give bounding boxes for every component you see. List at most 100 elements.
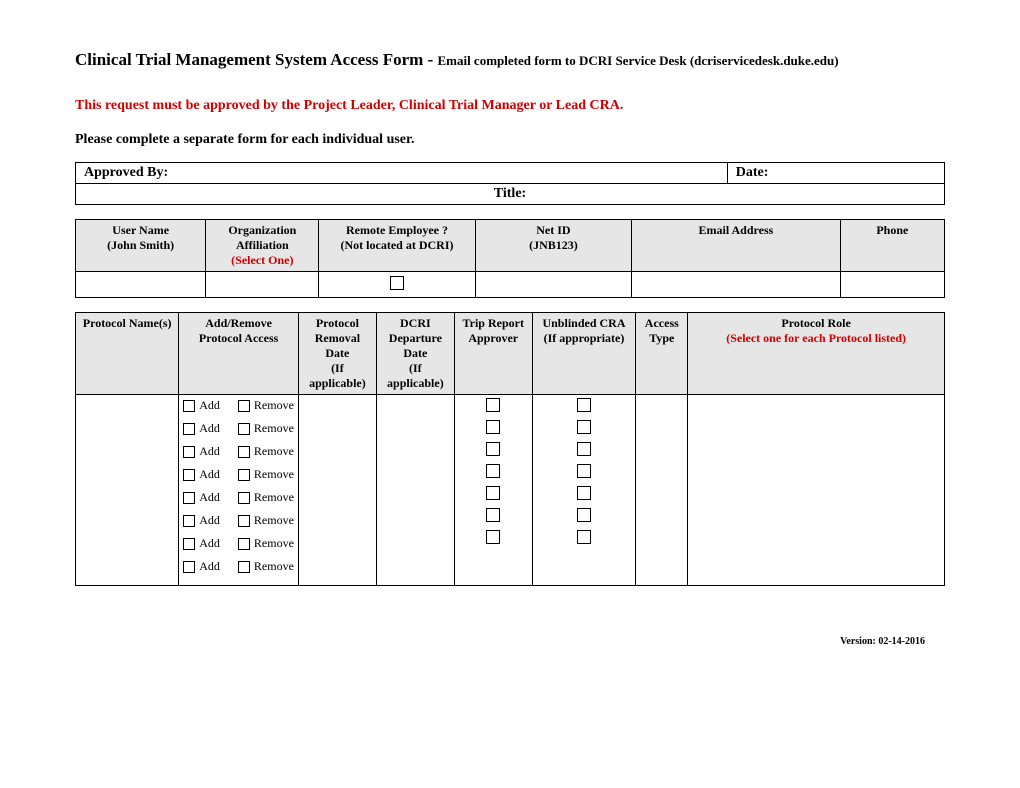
remove-label: Remove xyxy=(254,513,294,528)
add-checkbox[interactable] xyxy=(183,446,195,458)
option-checkbox[interactable] xyxy=(486,464,500,478)
checkbox-row xyxy=(459,398,528,412)
departure-date-header: DCRI Departure Date(If applicable) xyxy=(376,313,454,395)
org-input[interactable] xyxy=(206,272,319,298)
unblinded-column xyxy=(532,395,636,586)
remove-label: Remove xyxy=(254,490,294,505)
remove-label: Remove xyxy=(254,398,294,413)
user-name-header: User Name(John Smith) xyxy=(76,220,206,272)
option-checkbox[interactable] xyxy=(486,486,500,500)
netid-header: Net ID(JNB123) xyxy=(475,220,631,272)
remove-label: Remove xyxy=(254,536,294,551)
add-remove-row: Add Remove xyxy=(183,490,294,505)
option-checkbox[interactable] xyxy=(577,486,591,500)
add-remove-row: Add Remove xyxy=(183,421,294,436)
option-checkbox[interactable] xyxy=(577,530,591,544)
add-remove-row: Add Remove xyxy=(183,536,294,551)
email-input[interactable] xyxy=(632,272,841,298)
remove-checkbox[interactable] xyxy=(238,515,250,527)
add-checkbox[interactable] xyxy=(183,400,195,412)
remove-checkbox[interactable] xyxy=(238,492,250,504)
option-checkbox[interactable] xyxy=(577,398,591,412)
protocol-role-input[interactable] xyxy=(688,395,945,586)
instruction-text: Please complete a separate form for each… xyxy=(75,132,945,148)
remove-checkbox[interactable] xyxy=(238,423,250,435)
add-remove-row: AddRemove xyxy=(183,513,294,528)
org-header: Organization Affiliation(Select One) xyxy=(206,220,319,272)
access-type-input[interactable] xyxy=(636,395,688,586)
removal-date-input[interactable] xyxy=(298,395,376,586)
removal-date-header: Protocol Removal Date(If applicable) xyxy=(298,313,376,395)
add-checkbox[interactable] xyxy=(183,469,195,481)
option-checkbox[interactable] xyxy=(486,508,500,522)
title-cell[interactable]: Title: xyxy=(76,184,945,205)
title-sub: Email completed form to DCRI Service Des… xyxy=(437,53,838,68)
add-label: Add xyxy=(199,421,220,436)
add-remove-column: Add Remove Add Remove Add Remove Add Remove Add R… xyxy=(179,395,299,586)
remove-checkbox[interactable] xyxy=(238,561,250,573)
add-label: Add xyxy=(199,490,220,505)
departure-date-input[interactable] xyxy=(376,395,454,586)
remove-checkbox[interactable] xyxy=(238,446,250,458)
version-label: Version: 02-14-2016 xyxy=(75,636,945,647)
checkbox-row xyxy=(459,442,528,456)
add-checkbox[interactable] xyxy=(183,423,195,435)
remove-label: Remove xyxy=(254,467,294,482)
checkbox-row xyxy=(459,420,528,434)
title-label: Title: xyxy=(494,186,526,201)
access-type-header: Access Type xyxy=(636,313,688,395)
add-remove-row: Add Remove xyxy=(183,444,294,459)
add-checkbox[interactable] xyxy=(183,561,195,573)
remove-checkbox[interactable] xyxy=(238,469,250,481)
phone-input[interactable] xyxy=(840,272,944,298)
date-cell[interactable]: Date: xyxy=(727,163,944,184)
add-checkbox[interactable] xyxy=(183,515,195,527)
add-checkbox[interactable] xyxy=(183,492,195,504)
phone-header: Phone xyxy=(840,220,944,272)
add-remove-row: AddRemove xyxy=(183,559,294,574)
remove-label: Remove xyxy=(254,559,294,574)
add-checkbox[interactable] xyxy=(183,538,195,550)
add-label: Add xyxy=(199,467,220,482)
add-label: Add xyxy=(199,398,220,413)
trip-report-column xyxy=(454,395,532,586)
remove-checkbox[interactable] xyxy=(238,538,250,550)
protocol-role-header: Protocol Role(Select one for each Protoc… xyxy=(688,313,945,395)
option-checkbox[interactable] xyxy=(577,442,591,456)
option-checkbox[interactable] xyxy=(577,508,591,522)
checkbox-row xyxy=(537,508,632,522)
add-label: Add xyxy=(199,536,220,551)
remote-checkbox[interactable] xyxy=(390,276,404,290)
option-checkbox[interactable] xyxy=(486,398,500,412)
remove-checkbox[interactable] xyxy=(238,400,250,412)
checkbox-row xyxy=(459,530,528,544)
option-checkbox[interactable] xyxy=(486,442,500,456)
approved-by-cell[interactable]: Approved By: xyxy=(76,163,728,184)
option-checkbox[interactable] xyxy=(577,420,591,434)
netid-input[interactable] xyxy=(475,272,631,298)
user-name-input[interactable] xyxy=(76,272,206,298)
trip-report-header: Trip Report Approver xyxy=(454,313,532,395)
checkbox-row xyxy=(537,420,632,434)
remove-label: Remove xyxy=(254,444,294,459)
remote-checkbox-cell[interactable] xyxy=(319,272,475,298)
option-checkbox[interactable] xyxy=(577,464,591,478)
add-remove-header: Add/Remove Protocol Access xyxy=(179,313,299,395)
option-checkbox[interactable] xyxy=(486,530,500,544)
checkbox-row xyxy=(537,398,632,412)
title-main: Clinical Trial Management System Access … xyxy=(75,50,437,69)
add-label: Add xyxy=(199,444,220,459)
remote-header: Remote Employee ?(Not located at DCRI) xyxy=(319,220,475,272)
protocol-names-input[interactable] xyxy=(76,395,179,586)
approval-table: Approved By: Date: Title: xyxy=(75,162,945,205)
date-label: Date: xyxy=(736,165,769,180)
checkbox-row xyxy=(459,464,528,478)
page-title: Clinical Trial Management System Access … xyxy=(75,50,945,70)
checkbox-row xyxy=(537,486,632,500)
option-checkbox[interactable] xyxy=(486,420,500,434)
checkbox-row xyxy=(537,464,632,478)
remove-label: Remove xyxy=(254,421,294,436)
protocol-names-header: Protocol Name(s) xyxy=(76,313,179,395)
add-remove-row: Add Remove xyxy=(183,398,294,413)
protocol-table: Protocol Name(s) Add/Remove Protocol Acc… xyxy=(75,312,945,586)
